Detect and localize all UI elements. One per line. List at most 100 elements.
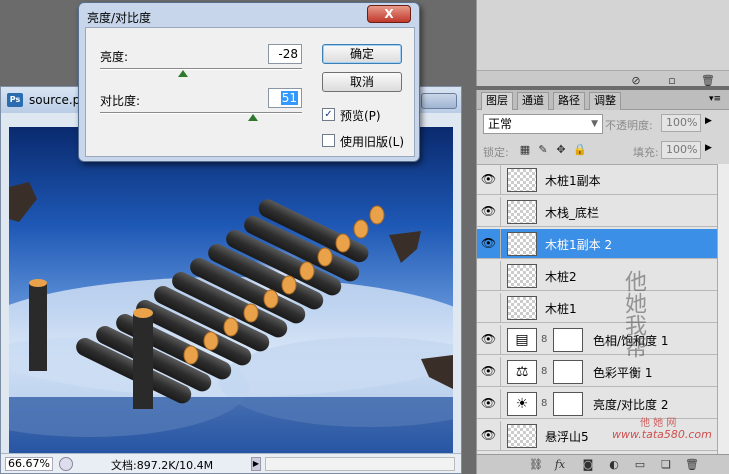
fill-field[interactable]: 100%	[661, 141, 701, 159]
window-controls[interactable]	[421, 93, 457, 109]
cancel-button[interactable]: 取消	[322, 72, 402, 92]
legacy-label: 使用旧版(L)	[340, 135, 405, 149]
trash-icon[interactable]: 🗑	[685, 458, 699, 472]
layer-thumbnail[interactable]	[507, 296, 537, 320]
blend-mode-select[interactable]: 正常 ▼	[483, 114, 603, 134]
layer-name[interactable]: 亮度/对比度 2	[593, 396, 669, 413]
contrast-slider-thumb[interactable]	[248, 114, 258, 121]
layer-thumbnail[interactable]	[507, 200, 537, 224]
move-icon[interactable]: ✥	[555, 144, 567, 156]
link-icon[interactable]: ⛓	[529, 458, 543, 472]
chain-link-icon[interactable]: 8	[541, 366, 547, 377]
brightness-slider-thumb[interactable]	[178, 70, 188, 77]
layer-row[interactable]: 👁 ⚖ 8 色彩平衡 1	[477, 357, 717, 387]
visibility-eye-icon[interactable]: 👁	[477, 165, 501, 194]
zoom-icon[interactable]	[59, 457, 73, 471]
brush-icon[interactable]: ✎	[537, 144, 549, 156]
new-layer-icon[interactable]: ❏	[659, 458, 673, 472]
visibility-eye-icon[interactable]: 👁	[477, 197, 501, 226]
tab-layers[interactable]: 图层	[481, 92, 513, 110]
layer-mask-thumbnail[interactable]	[553, 328, 583, 352]
info-arrow-icon[interactable]: ▶	[251, 457, 261, 471]
chain-link-icon[interactable]: 8	[541, 334, 547, 345]
status-bar: 66.67% 文档:897.2K/10.4M ▶	[1, 453, 461, 473]
folder-icon[interactable]: ▭	[633, 458, 647, 472]
layer-name[interactable]: 木桩1	[545, 300, 577, 317]
lock-label: 锁定:	[483, 146, 509, 159]
contrast-input[interactable]: 51	[268, 88, 302, 108]
image-canvas[interactable]	[9, 127, 453, 453]
layer-row[interactable]: 👁 木桩1副本	[477, 165, 717, 195]
preview-label: 预览(P)	[340, 109, 381, 123]
trash-icon[interactable]: 🗑	[701, 74, 715, 88]
ok-button[interactable]: 确定	[322, 44, 402, 64]
visibility-eye-icon[interactable]: 👁	[477, 357, 501, 386]
layer-mask-thumbnail[interactable]	[553, 392, 583, 416]
layers-scrollbar[interactable]	[717, 164, 729, 454]
tab-paths[interactable]: 路径	[553, 92, 585, 110]
brightness-contrast-dialog: 亮度/对比度 X 亮度: -28 对比度: 51 确定 取消 ✓ 预览(P) 使…	[78, 2, 420, 162]
layer-row[interactable]: 👁 ▤ 8 色相/饱和度 1	[477, 325, 717, 355]
dialog-body: 亮度: -28 对比度: 51 确定 取消 ✓ 预览(P) 使用旧版(L)	[85, 27, 415, 157]
brightness-label: 亮度:	[100, 50, 129, 64]
layer-name[interactable]: 木栈_底栏	[545, 204, 599, 221]
layer-row[interactable]: 👁 木桩1副本 2	[477, 229, 717, 259]
legacy-checkbox[interactable]	[322, 134, 335, 147]
layer-thumbnail[interactable]	[507, 232, 537, 256]
brightness-input[interactable]: -28	[268, 44, 302, 64]
zoom-field[interactable]: 66.67%	[5, 457, 53, 471]
visibility-eye-icon[interactable]: 👁	[477, 325, 501, 354]
lock-transparent-icon[interactable]: ▦	[519, 144, 531, 156]
layer-list: 👁 木桩1副本 👁 木栈_底栏 👁 木桩1副本 2 木桩2 木桩1 👁 ▤ 8 色相/饱和度 1 👁 ⚖ 8…	[477, 164, 717, 454]
lock-icon[interactable]: 🔒	[573, 144, 587, 156]
visibility-eye-icon[interactable]: 👁	[477, 389, 501, 418]
layers-panel: 图层 通道 路径 调整 ▾≡ 正常 ▼ 不透明度: 100% ▶ 锁定: ▦ ✎…	[476, 90, 729, 474]
visibility-eye-icon[interactable]: 👁	[477, 421, 501, 450]
delete-icon[interactable]: ⊘	[629, 74, 643, 88]
layer-thumbnail[interactable]	[507, 264, 537, 288]
panel-menu-icon[interactable]: ▾≡	[709, 94, 721, 104]
layer-name[interactable]: 木桩1副本 2	[545, 236, 612, 253]
new-item-icon[interactable]: ▫	[665, 74, 679, 88]
scene-image	[9, 182, 453, 453]
layers-footer: ⛓ fx ◙ ◐ ▭ ❏ 🗑	[477, 454, 729, 474]
layer-row[interactable]: 木桩2	[477, 261, 717, 291]
layer-name[interactable]: 悬浮山5	[545, 428, 589, 445]
close-button[interactable]: X	[367, 5, 411, 23]
top-panel: ⊘ ▫ 🗑	[476, 0, 729, 88]
layer-thumbnail[interactable]	[507, 424, 537, 448]
watermark-sub: 他 她 网	[640, 418, 677, 429]
layer-row[interactable]: 木桩1	[477, 293, 717, 323]
adjustment-icon[interactable]: ◐	[607, 458, 621, 472]
tab-channels[interactable]: 通道	[517, 92, 549, 110]
chain-link-icon[interactable]: 8	[541, 398, 547, 409]
opacity-field[interactable]: 100%	[661, 114, 701, 132]
fx-icon[interactable]: fx	[553, 458, 567, 472]
tab-adjustments[interactable]: 调整	[589, 92, 621, 110]
photoshop-logo-icon: Ps	[7, 93, 23, 107]
watermark-site: www.tata580.com	[612, 428, 712, 441]
mask-icon[interactable]: ◙	[581, 458, 595, 472]
blend-mode-value: 正常	[488, 117, 513, 131]
contrast-slider[interactable]	[100, 112, 302, 114]
layer-row[interactable]: 👁 木栈_底栏	[477, 197, 717, 227]
watermark-seal: 他她我帮	[621, 270, 646, 358]
preview-checkbox[interactable]: ✓	[322, 108, 335, 121]
horizontal-scrollbar[interactable]	[265, 457, 455, 471]
visibility-eye-icon[interactable]	[477, 293, 501, 322]
layer-name[interactable]: 色彩平衡 1	[593, 364, 652, 381]
contrast-label: 对比度:	[100, 94, 141, 108]
layer-mask-thumbnail[interactable]	[553, 360, 583, 384]
layer-name[interactable]: 木桩1副本	[545, 172, 601, 189]
brightness-slider[interactable]	[100, 68, 302, 70]
contrast-value: 51	[280, 91, 298, 105]
visibility-eye-icon[interactable]: 👁	[477, 229, 501, 258]
sun-icon: ☀	[507, 392, 537, 416]
opacity-arrow-icon[interactable]: ▶	[705, 116, 712, 126]
visibility-eye-icon[interactable]	[477, 261, 501, 290]
fill-arrow-icon[interactable]: ▶	[705, 143, 712, 153]
layer-row[interactable]: 👁 ☀ 8 亮度/对比度 2	[477, 389, 717, 419]
opacity-label: 不透明度:	[605, 119, 653, 132]
layer-name[interactable]: 木桩2	[545, 268, 577, 285]
layer-thumbnail[interactable]	[507, 168, 537, 192]
